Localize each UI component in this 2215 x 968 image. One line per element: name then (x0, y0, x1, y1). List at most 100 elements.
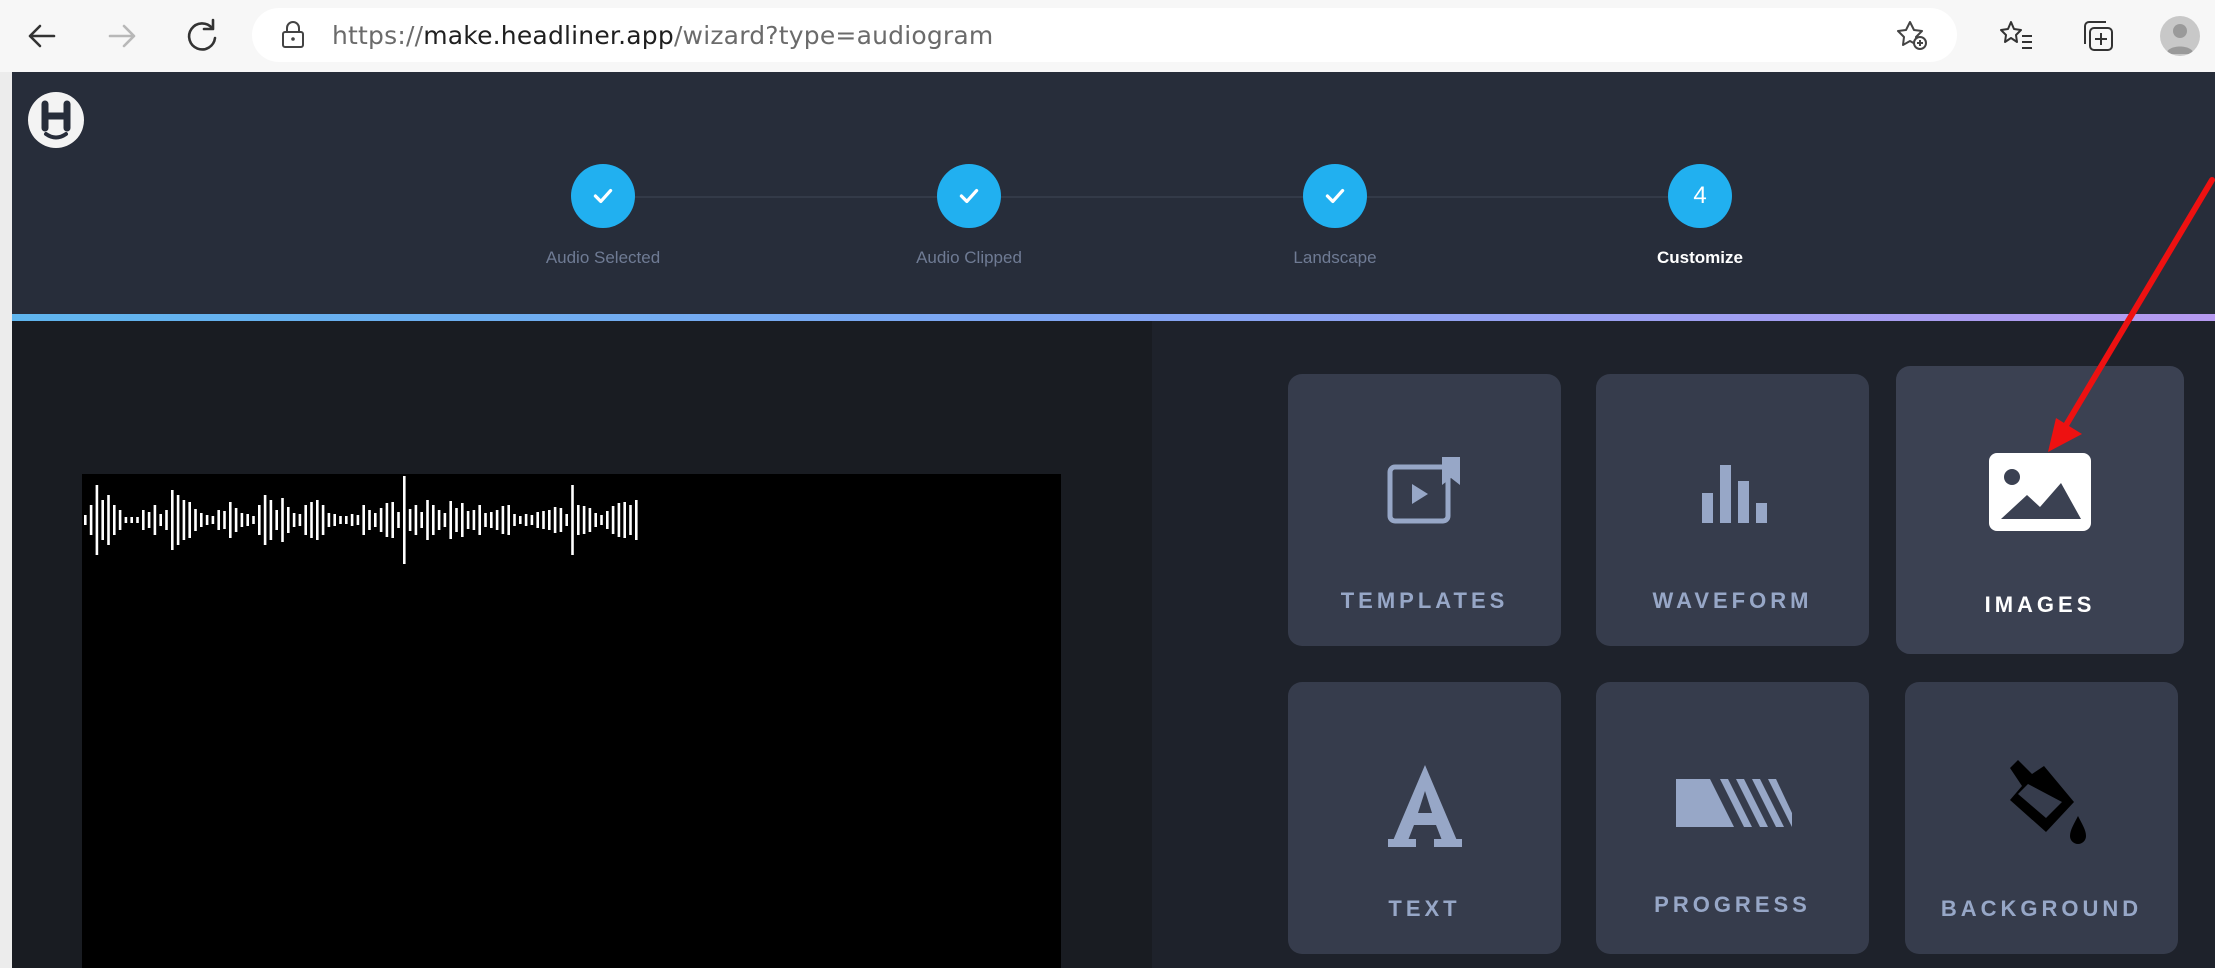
waveform-bar (484, 513, 487, 527)
waveform-bar (246, 514, 249, 526)
step-landscape: Landscape (1205, 164, 1465, 268)
waveform-bar (258, 505, 261, 535)
headliner-logo[interactable] (28, 92, 84, 148)
waveform-layer[interactable] (82, 468, 642, 568)
tile-label: TEMPLATES (1340, 588, 1509, 613)
waveform-bar (136, 517, 139, 523)
waveform-bar (287, 507, 290, 533)
step-audio-clipped: Audio Clipped (839, 164, 1099, 268)
background-button[interactable]: BACKGROUND (1905, 682, 2178, 954)
waveform-bar (582, 506, 586, 534)
forward-button[interactable] (100, 14, 144, 58)
waveform-bar (588, 508, 592, 532)
step-done-circle (937, 164, 1001, 228)
waveform-bar (350, 514, 354, 526)
waveform-bar (321, 505, 325, 535)
waveform-bar (449, 501, 452, 539)
waveform-bar (408, 509, 412, 531)
waveform-bar (571, 485, 574, 555)
waveform-bar (455, 508, 458, 532)
waveform-bar (142, 510, 145, 530)
step-label: Landscape (1293, 248, 1377, 267)
refresh-button[interactable] (180, 14, 224, 58)
waveform-button[interactable]: WAVEFORM (1596, 374, 1869, 646)
waveform-bar (577, 505, 580, 535)
waveform-bar (182, 500, 186, 540)
address-bar[interactable]: https://make.headliner.app/wizard?type=a… (252, 8, 1957, 62)
waveform-bar (211, 516, 215, 524)
waveform-bar (118, 510, 122, 530)
text-button[interactable]: TEXT (1288, 682, 1561, 954)
progress-button[interactable]: PROGRESS (1596, 682, 1869, 954)
waveform-bar (524, 514, 528, 526)
waveform-bar (623, 502, 626, 538)
header-gradient-divider (12, 314, 2215, 321)
url-path: /wizard?type=audiogram (673, 21, 994, 50)
waveform-bar (379, 508, 383, 532)
waveform-bar (368, 510, 371, 530)
waveform-bar (223, 511, 226, 529)
step-done-circle (571, 164, 635, 228)
waveform-bar (130, 517, 133, 523)
waveform-bar (95, 485, 99, 555)
waveform-bar (229, 502, 232, 538)
templates-button[interactable]: TEMPLATES (1288, 374, 1561, 646)
waveform-bar (292, 513, 296, 527)
browser-toolbar: https://make.headliner.app/wizard?type=a… (0, 0, 2215, 73)
add-favorite-icon[interactable] (1895, 18, 1929, 52)
waveform-bar (565, 514, 568, 526)
url-scheme: https:// (332, 21, 424, 50)
waveform-bar (466, 511, 470, 529)
favorites-icon[interactable] (1996, 16, 2036, 56)
waveform-bar (490, 512, 493, 528)
waveform-bar (240, 513, 244, 527)
waveform-bar (333, 514, 336, 526)
refresh-icon (187, 18, 217, 51)
waveform-bar (495, 510, 499, 530)
waveform-bar (339, 516, 342, 524)
step-number-circle: 4 (1668, 164, 1732, 228)
url-text: https://make.headliner.app/wizard?type=a… (332, 21, 993, 50)
waveform-bar (391, 502, 394, 538)
waveform-bar (194, 509, 197, 531)
lock-icon (282, 21, 304, 48)
waveform-bar (89, 505, 93, 535)
waveform-bar (205, 515, 209, 525)
waveform-bar (176, 495, 180, 545)
tile-label: TEXT (1388, 896, 1461, 921)
waveform-bar (559, 508, 563, 532)
waveform-bar (310, 502, 313, 538)
images-button[interactable]: IMAGES (1896, 366, 2184, 654)
waveform-bar (611, 506, 615, 534)
waveform-bar (356, 515, 360, 525)
collections-icon[interactable] (2078, 16, 2118, 56)
back-button[interactable] (20, 14, 64, 58)
waveform-bar (113, 505, 116, 535)
waveform-bar (84, 515, 87, 525)
waveform-bar (472, 510, 476, 530)
waveform-bar (252, 516, 255, 524)
waveform-bar (519, 516, 522, 524)
waveform-bar (553, 507, 557, 533)
waveform-bar (403, 476, 406, 564)
waveform-bar (629, 505, 632, 535)
waveform-bar (107, 495, 110, 545)
waveform-bar (635, 500, 638, 540)
url-host: make.headliner.app (423, 21, 674, 50)
waveform-bar (594, 513, 597, 527)
waveform-bar (124, 517, 128, 523)
waveform-bar (536, 512, 539, 528)
back-arrow-icon (28, 24, 56, 48)
waveform-bar (374, 513, 377, 527)
step-customize: 4 Customize (1570, 164, 1830, 268)
paint-bucket-icon (1905, 754, 2178, 854)
waveform-bar (171, 490, 174, 550)
waveform-bar (263, 495, 267, 545)
waveform-bar (542, 511, 545, 529)
profile-avatar[interactable] (2160, 16, 2200, 56)
image-icon (1896, 442, 2184, 542)
waveform-bar (269, 500, 273, 540)
waveform-bar (426, 500, 429, 540)
waveform-bar (443, 513, 447, 527)
waveform-bar (188, 502, 191, 538)
